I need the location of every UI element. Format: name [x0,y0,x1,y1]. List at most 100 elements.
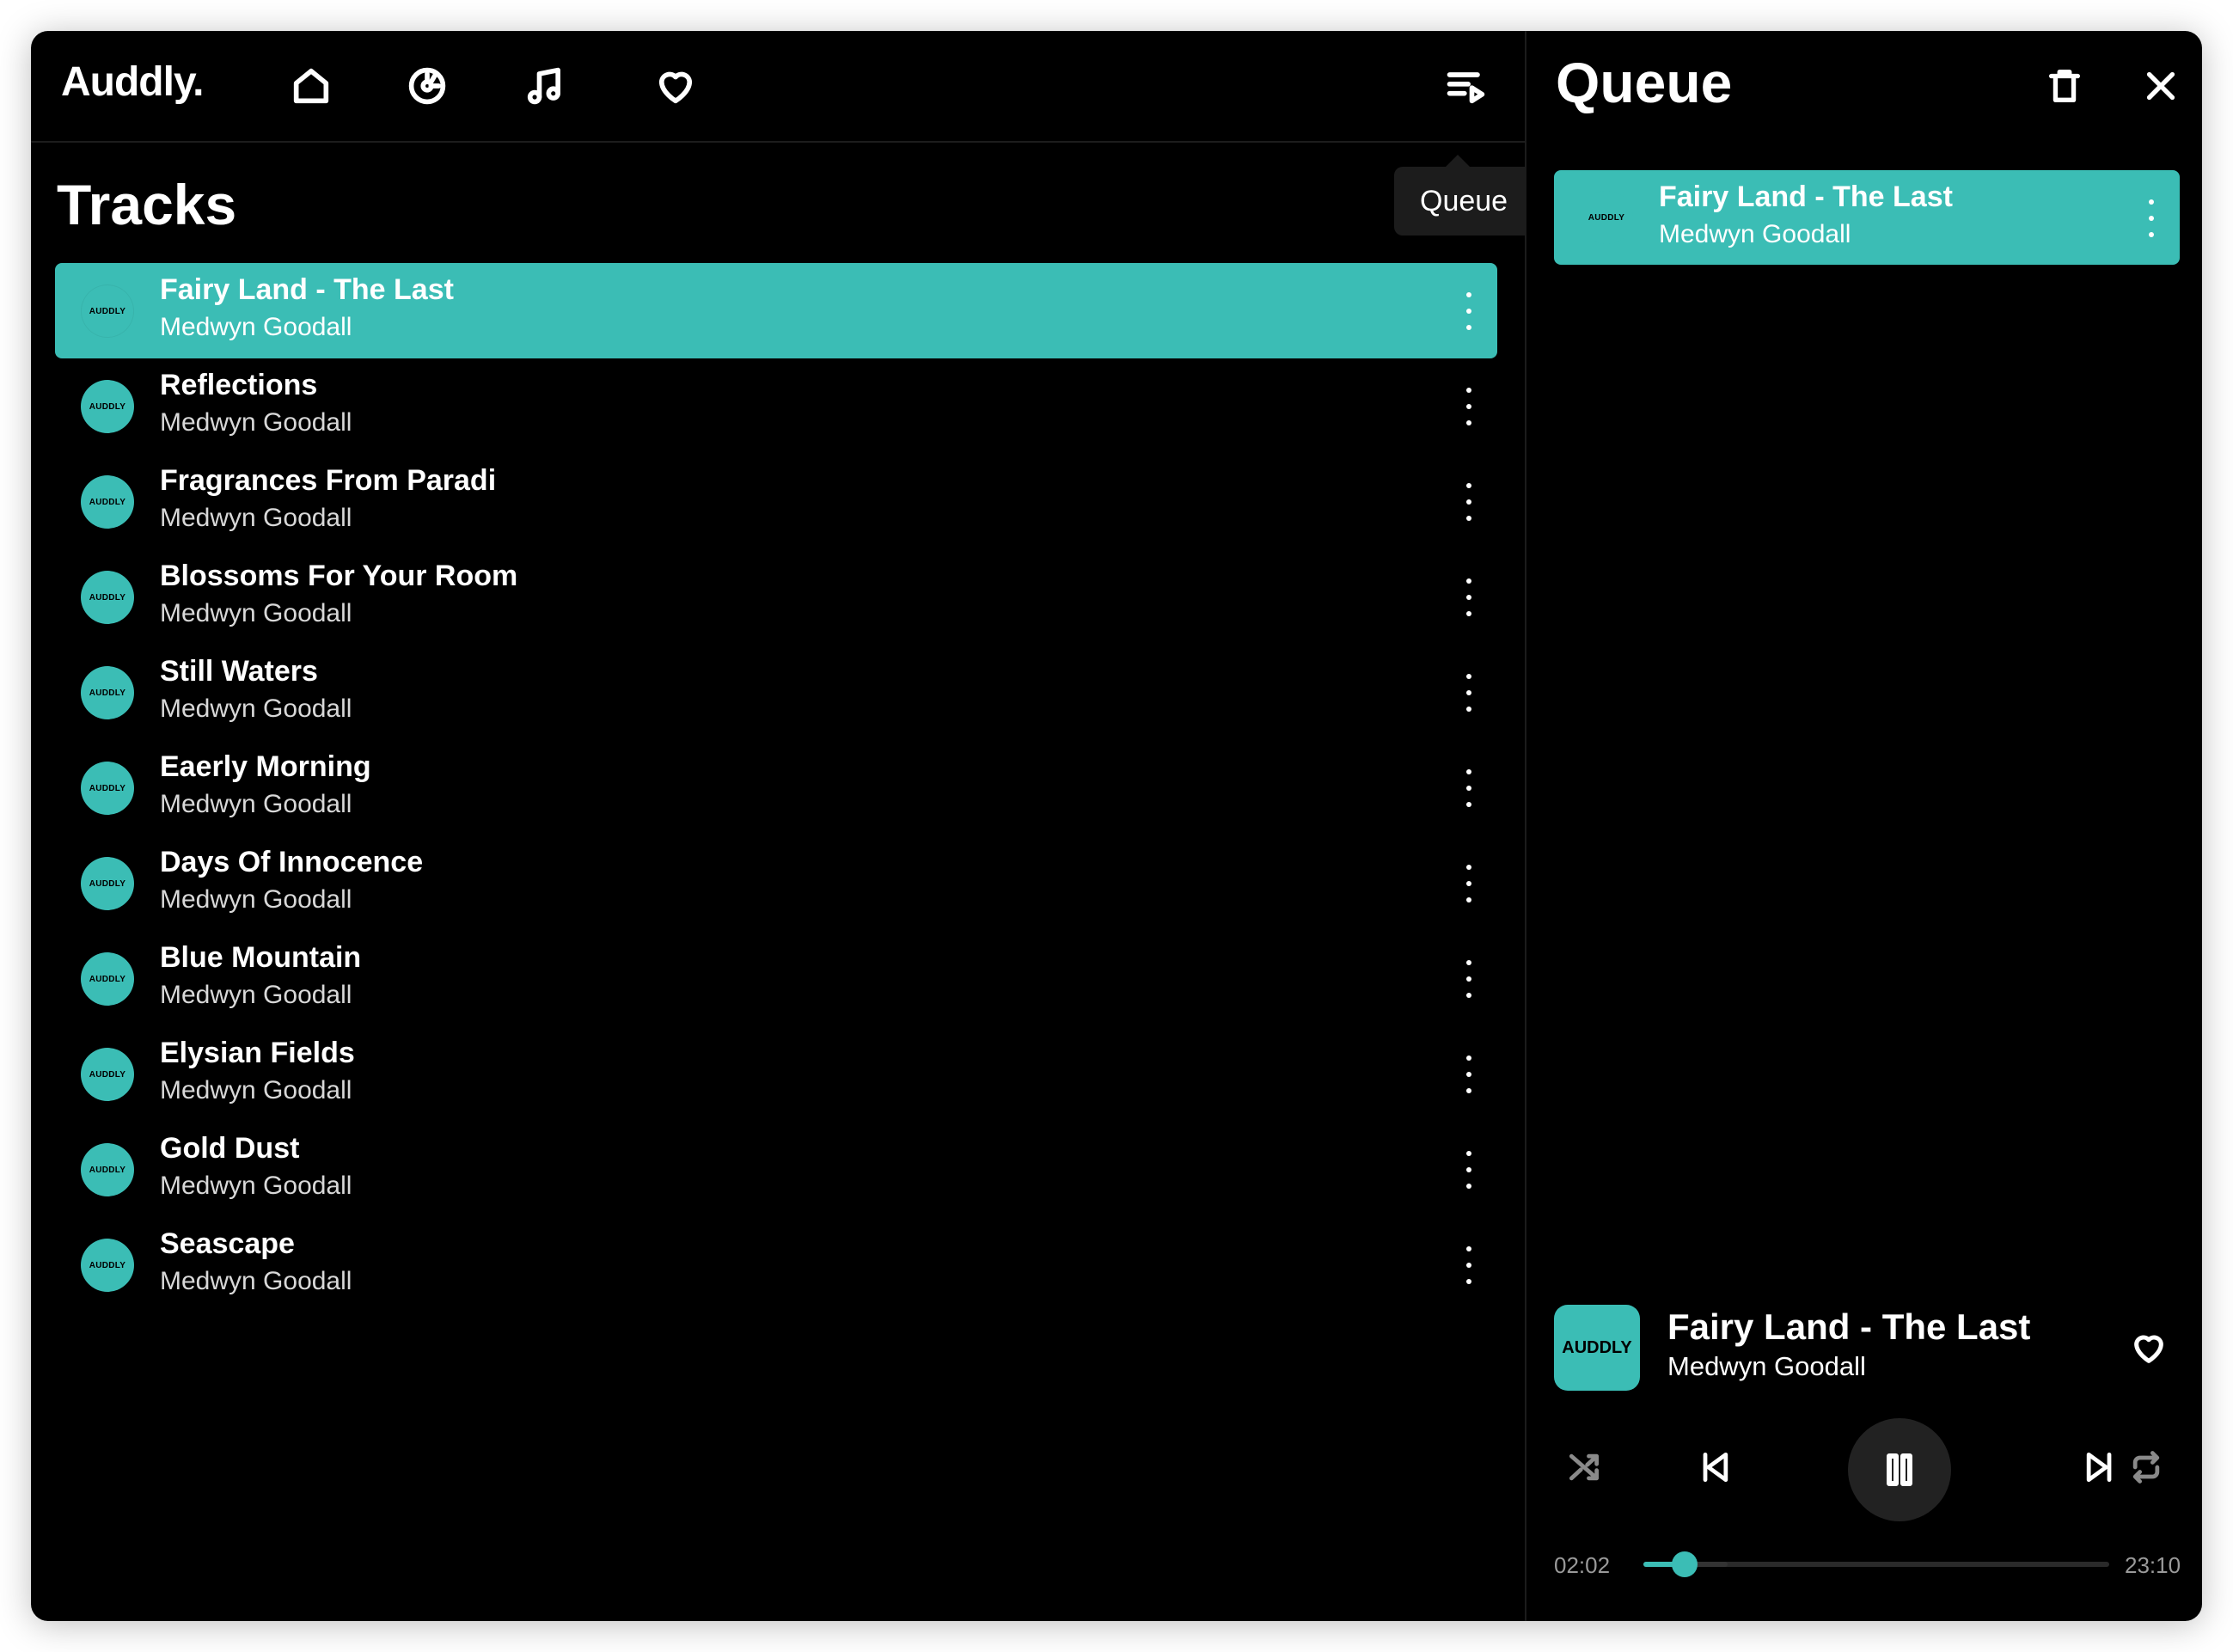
tracks-row[interactable]: AUDDLY Reflections Medwyn Goodall [55,358,1497,454]
tracks-row[interactable]: AUDDLY Fragrances From Paradi Medwyn Gooda… [55,454,1497,549]
track-artwork: AUDDLY [81,285,134,338]
dot [1466,1088,1471,1093]
now-playing-artwork: AUDDLY [1554,1305,1640,1391]
more-options-icon[interactable] [1456,1147,1482,1192]
track-artist: Medwyn Goodall [160,599,352,627]
track-artist: Medwyn Goodall [160,790,352,818]
dot [2149,232,2154,237]
track-artwork: AUDDLY [81,1048,134,1101]
dot [1466,1167,1471,1172]
previous-track-icon[interactable] [1685,1437,1745,1497]
tracks-row[interactable]: AUDDLY Blue Mountain Medwyn Goodall [55,931,1497,1026]
tracks-row[interactable]: AUDDLY Elysian Fields Medwyn Goodall [55,1026,1497,1122]
dot [1466,404,1471,409]
dot [1466,1279,1471,1284]
dot [1466,897,1471,902]
dot [2149,216,2154,221]
track-artist: Medwyn Goodall [160,1267,352,1295]
queue-list: AUDDLY Fairy Land - The Last Medwyn Goodal… [1554,170,2180,265]
page-title: Tracks [57,173,237,236]
tracks-row[interactable]: AUDDLY Eaerly Morning Medwyn Goodall [55,740,1497,835]
track-artist: Medwyn Goodall [1659,220,1851,248]
track-title: Fairy Land - The Last [1659,180,1953,213]
track-title: Reflections [160,369,318,401]
trash-icon[interactable] [2037,58,2092,113]
track-title: Blossoms For Your Room [160,560,518,592]
dot [1466,674,1471,679]
dot [1466,865,1471,870]
heart-icon[interactable] [650,60,701,112]
tracks-row[interactable]: AUDDLY Fairy Land - The Last Medwyn Goodal… [55,263,1497,358]
home-icon[interactable] [285,60,337,112]
track-title: Eaerly Morning [160,750,371,783]
track-artist: Medwyn Goodall [160,313,352,341]
dot [1466,1246,1471,1251]
library-pane: Auddly. Queue Tracks AUDDLY Fairy Land - … [31,31,1525,1621]
track-title: Days Of Innocence [160,846,424,878]
now-playing-title: Fairy Land - The Last [1667,1306,2031,1347]
track-title: Blue Mountain [160,941,362,974]
dot [1466,325,1471,330]
dot [1466,578,1471,584]
more-options-icon[interactable] [1456,480,1482,524]
queue-title: Queue [1556,51,1733,114]
more-options-icon[interactable] [1456,384,1482,429]
dot [1466,786,1471,791]
more-options-icon[interactable] [2138,196,2164,241]
dot [1466,483,1471,488]
more-options-icon[interactable] [1456,957,1482,1001]
repeat-icon[interactable] [2116,1437,2176,1497]
tracks-row[interactable]: AUDDLY Blossoms For Your Room Medwyn Gooda… [55,549,1497,645]
dot [1466,1055,1471,1061]
dot [1466,690,1471,695]
track-artist: Medwyn Goodall [160,1076,352,1104]
dot [1466,388,1471,393]
total-duration: 23:10 [2125,1552,2181,1578]
track-artwork: AUDDLY [81,1239,134,1292]
more-options-icon[interactable] [1456,766,1482,811]
music-note-icon[interactable] [519,60,571,112]
track-artwork: AUDDLY [81,952,134,1006]
dot [1466,1072,1471,1077]
queue-item-row[interactable]: AUDDLY Fairy Land - The Last Medwyn Goodal… [1554,170,2180,265]
disc-icon[interactable] [401,60,453,112]
dot [1466,960,1471,965]
dot [1466,516,1471,521]
top-nav-bar: Auddly. [31,31,1525,143]
tracks-row[interactable]: AUDDLY Still Waters Medwyn Goodall [55,645,1497,740]
dot [1466,1184,1471,1189]
track-artwork: AUDDLY [81,666,134,719]
more-options-icon[interactable] [1456,670,1482,715]
like-heart-icon[interactable] [2125,1324,2173,1372]
dot [1466,309,1471,314]
track-title: Gold Dust [160,1132,300,1165]
queue-icon[interactable] [1441,60,1492,112]
pause-button[interactable] [1848,1418,1951,1521]
tracks-row[interactable]: AUDDLY Gold Dust Medwyn Goodall [55,1122,1497,1217]
dot [1466,292,1471,297]
progress-handle[interactable] [1671,1551,1698,1577]
dot [1466,976,1471,982]
more-options-icon[interactable] [1456,861,1482,906]
track-artwork: AUDDLY [81,857,134,910]
track-title: Fragrances From Paradi [160,464,497,497]
track-title: Elysian Fields [160,1037,355,1069]
queue-pane: Queue AUDDLY Fairy Land - The Last Medwyn … [1525,31,2202,1621]
more-options-icon[interactable] [1456,1052,1482,1097]
close-icon[interactable] [2133,58,2188,113]
track-artist: Medwyn Goodall [160,408,352,437]
dot [2149,199,2154,205]
track-artwork: AUDDLY [81,380,134,433]
tracks-row[interactable]: AUDDLY Days Of Innocence Medwyn Goodall [55,835,1497,931]
more-options-icon[interactable] [1456,289,1482,333]
elapsed-time: 02:02 [1554,1552,1611,1578]
shuffle-icon[interactable] [1554,1437,1614,1497]
more-options-icon[interactable] [1456,575,1482,620]
progress-slider[interactable] [1643,1551,2109,1577]
more-options-icon[interactable] [1456,1243,1482,1288]
dot [1466,1263,1471,1268]
dot [1466,993,1471,998]
dot [1466,611,1471,616]
tracks-row[interactable]: AUDDLY Seascape Medwyn Goodall [55,1217,1497,1312]
app-logo[interactable]: Auddly. [61,58,204,106]
